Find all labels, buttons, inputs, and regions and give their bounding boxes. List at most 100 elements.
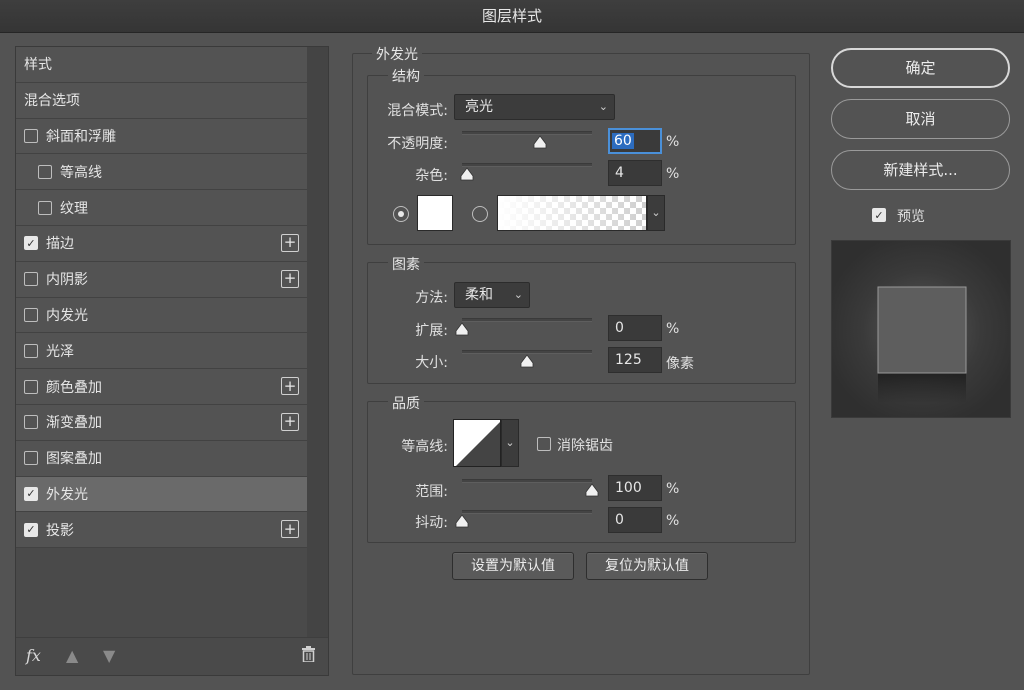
jitter-slider[interactable] bbox=[462, 510, 592, 514]
size-slider-thumb[interactable] bbox=[520, 354, 534, 368]
noise-label: 杂色: bbox=[415, 168, 448, 184]
style-item-12[interactable]: ✓ 外发光 bbox=[16, 476, 307, 513]
style-preview bbox=[831, 240, 1011, 418]
style-item-6[interactable]: 内阴影 + bbox=[16, 261, 307, 298]
style-checkbox[interactable] bbox=[24, 272, 38, 287]
add-effect-plus-icon[interactable]: + bbox=[281, 377, 299, 396]
preview-label: 预览 bbox=[897, 209, 925, 225]
style-item-label: 内发光 bbox=[46, 307, 88, 324]
style-checkbox[interactable] bbox=[38, 164, 52, 179]
styles-panel: 样式混合选项斜面和浮雕等高线 纹理 ✓ 描边 + 内阴影 + 内发光光泽颜色叠加 + 渐变叠加 + 图… bbox=[15, 46, 329, 676]
style-item-11[interactable]: 图案叠加 bbox=[16, 440, 307, 477]
outer-glow-title: 外发光 bbox=[372, 44, 422, 64]
style-item-13[interactable]: ✓ 投影 + bbox=[16, 512, 307, 549]
spread-unit: % bbox=[666, 321, 680, 337]
style-item-0[interactable]: 样式 bbox=[16, 47, 307, 83]
style-item-8[interactable]: 光泽 bbox=[16, 333, 307, 370]
blend-mode-select[interactable]: 亮光 ⌄ bbox=[454, 94, 615, 120]
opacity-slider[interactable] bbox=[462, 131, 592, 135]
new-style-button[interactable]: 新建样式... bbox=[831, 150, 1010, 190]
fx-button[interactable]: fx bbox=[26, 646, 41, 665]
style-item-10[interactable]: 渐变叠加 + bbox=[16, 404, 307, 441]
solid-color-radio[interactable] bbox=[393, 206, 409, 222]
ok-button[interactable]: 确定 bbox=[831, 48, 1010, 88]
glow-gradient-swatch[interactable] bbox=[497, 195, 647, 231]
style-checkbox[interactable]: ✓ bbox=[24, 486, 38, 501]
gradient-radio[interactable] bbox=[472, 206, 488, 222]
make-default-button[interactable]: 设置为默认值 bbox=[452, 552, 574, 580]
style-item-label: 描边 bbox=[46, 236, 74, 253]
noise-slider[interactable] bbox=[462, 163, 592, 167]
style-item-label: 斜面和浮雕 bbox=[46, 128, 116, 145]
range-unit: % bbox=[666, 481, 680, 497]
jitter-label: 抖动: bbox=[415, 515, 448, 531]
gradient-chevron-down-icon[interactable]: ⌄ bbox=[647, 195, 665, 231]
noise-input[interactable]: 4 bbox=[608, 160, 662, 186]
contour-preview[interactable] bbox=[453, 419, 501, 467]
noise-slider-thumb[interactable] bbox=[460, 167, 474, 181]
opacity-label: 不透明度: bbox=[387, 136, 448, 152]
style-item-3[interactable]: 等高线 bbox=[16, 154, 307, 191]
style-item-label: 渐变叠加 bbox=[46, 415, 102, 432]
style-checkbox[interactable] bbox=[24, 415, 38, 430]
dialog-title: 图层样式 bbox=[0, 0, 1024, 33]
style-item-2[interactable]: 斜面和浮雕 bbox=[16, 118, 307, 155]
styles-footer: fx ▲ ▼ bbox=[16, 637, 328, 675]
style-checkbox[interactable] bbox=[24, 128, 38, 143]
add-effect-plus-icon[interactable]: + bbox=[281, 520, 299, 539]
arrow-up-icon[interactable]: ▲ bbox=[66, 646, 78, 665]
style-item-4[interactable]: 纹理 bbox=[16, 190, 307, 226]
add-effect-plus-icon[interactable]: + bbox=[281, 412, 299, 431]
style-item-5[interactable]: ✓ 描边 + bbox=[16, 225, 307, 262]
style-item-label: 内阴影 bbox=[46, 272, 88, 289]
contour-chevron-down-icon[interactable]: ⌄ bbox=[501, 419, 519, 467]
style-checkbox[interactable] bbox=[24, 451, 38, 466]
add-effect-plus-icon[interactable]: + bbox=[281, 269, 299, 288]
style-checkbox[interactable] bbox=[24, 343, 38, 358]
style-item-label: 混合选项 bbox=[24, 93, 80, 110]
spread-label: 扩展: bbox=[415, 323, 448, 339]
jitter-input[interactable]: 0 bbox=[608, 507, 662, 533]
styles-list: 样式混合选项斜面和浮雕等高线 纹理 ✓ 描边 + 内阴影 + 内发光光泽颜色叠加 + 渐变叠加 + 图… bbox=[16, 47, 307, 549]
size-unit: 像素 bbox=[666, 356, 694, 372]
trash-icon[interactable] bbox=[301, 646, 316, 666]
arrow-down-icon[interactable]: ▼ bbox=[103, 646, 115, 665]
preview-checkbox[interactable]: ✓ bbox=[872, 208, 886, 222]
antialias-label: 消除锯齿 bbox=[557, 438, 613, 454]
range-slider[interactable] bbox=[462, 479, 592, 483]
style-item-label: 样式 bbox=[24, 57, 52, 74]
style-checkbox[interactable] bbox=[24, 379, 38, 394]
range-input[interactable]: 100 bbox=[608, 475, 662, 501]
structure-title: 结构 bbox=[388, 66, 424, 86]
jitter-slider-thumb[interactable] bbox=[455, 514, 469, 528]
style-item-1[interactable]: 混合选项 bbox=[16, 82, 307, 119]
spread-slider[interactable] bbox=[462, 318, 592, 322]
styles-scrollbar[interactable] bbox=[307, 47, 328, 637]
chevron-down-icon: ⌄ bbox=[513, 288, 523, 301]
size-input[interactable]: 125 bbox=[608, 347, 662, 373]
range-slider-thumb[interactable] bbox=[585, 483, 599, 497]
reset-default-button[interactable]: 复位为默认值 bbox=[586, 552, 708, 580]
contour-label: 等高线: bbox=[401, 439, 448, 455]
cancel-button[interactable]: 取消 bbox=[831, 99, 1010, 139]
style-checkbox[interactable] bbox=[24, 307, 38, 322]
opacity-input[interactable]: 60 bbox=[608, 128, 662, 154]
glow-color-swatch[interactable] bbox=[417, 195, 453, 231]
style-item-label: 光泽 bbox=[46, 343, 74, 360]
spread-slider-thumb[interactable] bbox=[455, 322, 469, 336]
jitter-unit: % bbox=[666, 513, 680, 529]
style-item-9[interactable]: 颜色叠加 + bbox=[16, 369, 307, 405]
range-label: 范围: bbox=[415, 484, 448, 500]
style-checkbox[interactable]: ✓ bbox=[24, 522, 38, 537]
spread-input[interactable]: 0 bbox=[608, 315, 662, 341]
opacity-slider-thumb[interactable] bbox=[533, 135, 547, 149]
style-checkbox[interactable]: ✓ bbox=[24, 236, 38, 251]
antialias-checkbox[interactable] bbox=[537, 437, 551, 451]
size-label: 大小: bbox=[415, 355, 448, 371]
add-effect-plus-icon[interactable]: + bbox=[281, 233, 299, 252]
style-item-7[interactable]: 内发光 bbox=[16, 297, 307, 334]
style-item-label: 投影 bbox=[46, 522, 74, 539]
technique-select[interactable]: 柔和 ⌄ bbox=[454, 282, 530, 308]
style-checkbox[interactable] bbox=[38, 200, 52, 215]
blend-mode-label: 混合模式: bbox=[387, 103, 448, 119]
